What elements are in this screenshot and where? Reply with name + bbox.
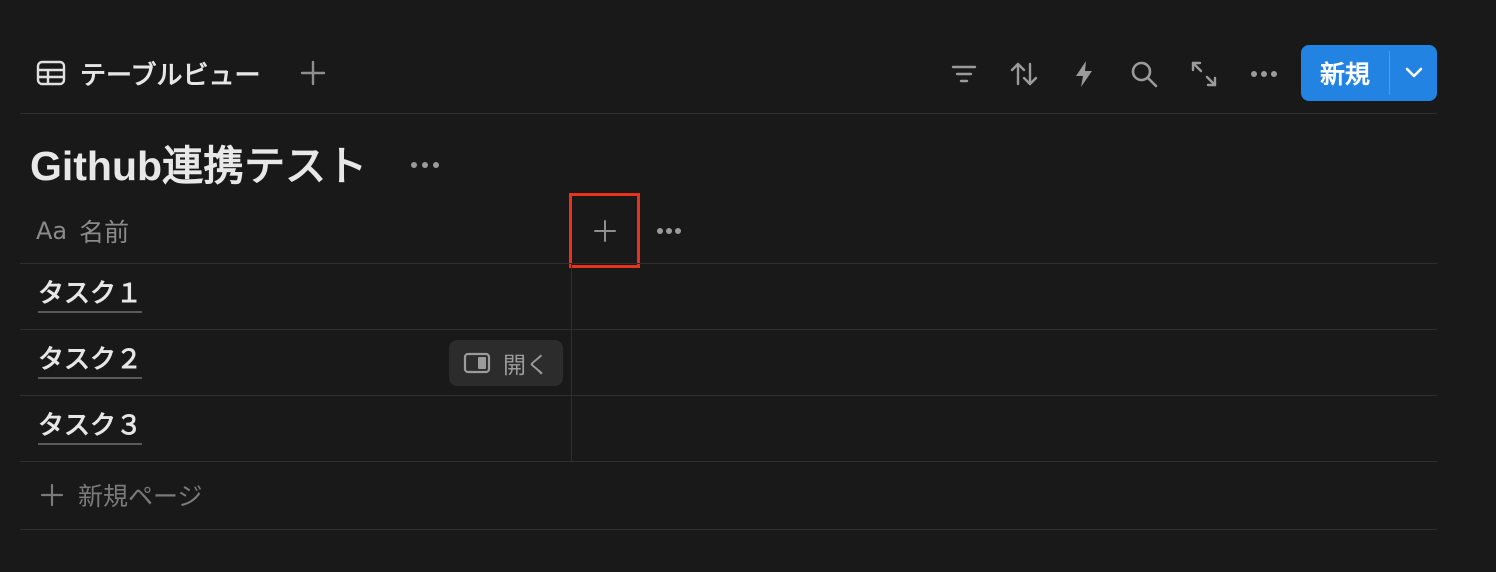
- sort-icon: [1010, 62, 1038, 86]
- more-icon: [657, 228, 681, 234]
- table-icon: [36, 60, 66, 86]
- chevron-down-icon: [1405, 67, 1422, 78]
- new-page-label: 新規ページ: [78, 482, 203, 511]
- view-tab-label: テーブルビュー: [80, 60, 261, 91]
- notion-database-view: テーブルビュー 新規 Github連携テスト Aa 名前 タスク１ タスク２ 開…: [0, 0, 1496, 572]
- table-bottom-divider: [20, 529, 1437, 530]
- new-button-dropdown[interactable]: [1390, 45, 1437, 101]
- table-row[interactable]: タスク１: [20, 264, 1437, 330]
- row-title[interactable]: タスク２: [38, 344, 143, 379]
- automation-icon: [1076, 61, 1092, 87]
- new-page-button[interactable]: 新規ページ: [20, 462, 420, 528]
- plus-icon: [593, 219, 616, 242]
- row-title[interactable]: タスク１: [38, 278, 143, 313]
- expand-icon: [1191, 61, 1217, 87]
- column-header-label: 名前: [79, 218, 130, 247]
- filter-icon: [951, 65, 977, 83]
- database-toolbar: テーブルビュー 新規: [20, 40, 1437, 106]
- search-icon: [1131, 61, 1158, 88]
- expand-button[interactable]: [1188, 58, 1220, 90]
- sort-button[interactable]: [1008, 58, 1040, 90]
- search-button[interactable]: [1128, 58, 1160, 90]
- plus-icon: [300, 60, 326, 86]
- header-more-button[interactable]: [652, 218, 686, 244]
- more-icon: [1251, 71, 1277, 77]
- add-property-button[interactable]: [569, 193, 640, 268]
- table-row[interactable]: タスク２ 開く: [20, 330, 1437, 396]
- plus-icon: [40, 483, 64, 507]
- open-page-label: 開く: [503, 353, 549, 379]
- more-icon: [411, 162, 439, 168]
- new-button[interactable]: 新規: [1301, 45, 1389, 101]
- row-title[interactable]: タスク３: [38, 410, 143, 445]
- title-more-button[interactable]: [406, 152, 444, 178]
- side-peek-icon: [463, 352, 491, 374]
- more-options-button[interactable]: [1248, 58, 1280, 90]
- open-page-button[interactable]: 開く: [449, 340, 563, 386]
- filter-button[interactable]: [948, 58, 980, 90]
- view-tab-table[interactable]: テーブルビュー: [36, 56, 261, 91]
- new-button-group: 新規: [1301, 45, 1437, 101]
- table-row[interactable]: タスク３: [20, 396, 1437, 462]
- add-view-button[interactable]: [298, 58, 328, 88]
- automation-button[interactable]: [1068, 58, 1100, 90]
- database-title[interactable]: Github連携テスト: [30, 140, 367, 192]
- toolbar-divider: [20, 113, 1437, 114]
- text-property-icon: Aa: [36, 217, 68, 245]
- column-header-name[interactable]: Aa 名前: [20, 198, 571, 264]
